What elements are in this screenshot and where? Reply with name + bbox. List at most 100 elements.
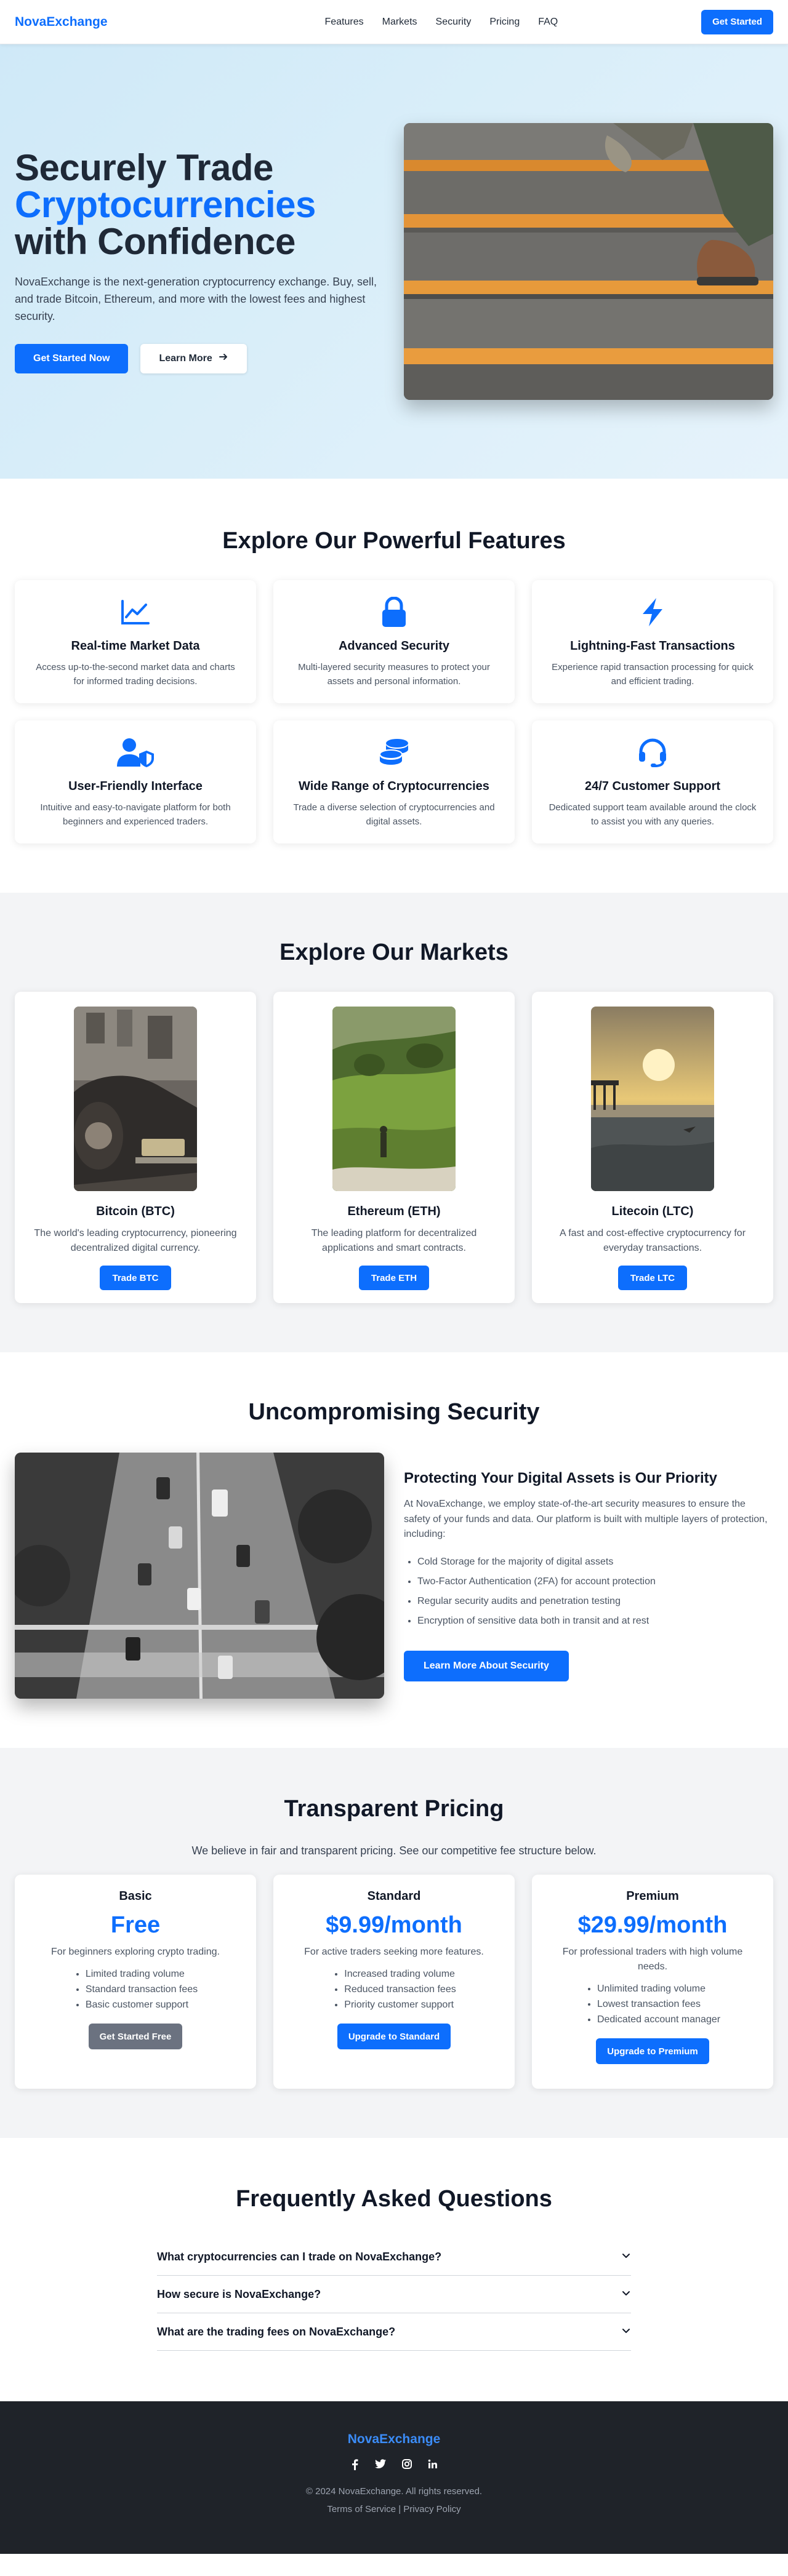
- plan-features: Unlimited trading volume Lowest transact…: [585, 1982, 720, 2027]
- nav-link-markets[interactable]: Markets: [382, 17, 417, 28]
- security-list: Cold Storage for the majority of digital…: [404, 1555, 773, 1629]
- feature-card: Advanced Security Multi-layered security…: [273, 580, 515, 703]
- features-title: Explore Our Powerful Features: [222, 528, 566, 554]
- lock-icon: [289, 595, 499, 629]
- plan-price: $29.99/month: [577, 1912, 728, 1938]
- feature-title: Advanced Security: [338, 639, 450, 653]
- plan-feature: Basic customer support: [86, 1998, 198, 2013]
- nav-link-faq[interactable]: FAQ: [538, 17, 558, 28]
- pricing-card-basic: Basic Free For beginners exploring crypt…: [15, 1875, 256, 2089]
- market-grid: Bitcoin (BTC) The world's leading crypto…: [15, 992, 773, 1303]
- user-shield-icon: [31, 735, 240, 770]
- pricing-card-standard: Standard $9.99/month For active traders …: [273, 1875, 515, 2089]
- faq-question: What cryptocurrencies can I trade on Nov…: [157, 2250, 442, 2263]
- plan-name: Standard: [367, 1889, 421, 1903]
- footer-logo[interactable]: NovaExchange: [0, 2432, 788, 2447]
- market-description: The world's leading cryptocurrency, pion…: [34, 1228, 237, 1253]
- faq-list: What cryptocurrencies can I trade on Nov…: [157, 2238, 631, 2351]
- legal-separator: |: [398, 2504, 401, 2514]
- city-street-image: [15, 1453, 384, 1699]
- vintage-car-image: [74, 1007, 197, 1191]
- plan-features: Increased trading volume Reduced transac…: [332, 1967, 456, 2012]
- plan-features: Limited trading volume Standard transact…: [73, 1967, 198, 2012]
- learn-more-security-button[interactable]: Learn More About Security: [404, 1651, 569, 1682]
- plan-feature: Limited trading volume: [86, 1967, 198, 1982]
- trade-eth-button[interactable]: Trade ETH: [358, 1266, 430, 1290]
- copyright-text: © 2024 NovaExchange. All rights reserved…: [305, 2486, 483, 2497]
- feature-title: 24/7 Customer Support: [584, 780, 721, 793]
- chevron-down-icon: [621, 2288, 631, 2301]
- security-title: Uncompromising Security: [248, 1399, 540, 1425]
- hero-text: Securely Trade Cryptocurrencies with Con…: [15, 150, 396, 373]
- plan-price: Free: [110, 1912, 161, 1938]
- market-name: Bitcoin (BTC): [96, 1205, 175, 1218]
- feature-description: Dedicated support team available around …: [549, 802, 757, 827]
- pricing-section: Transparent Pricing We believe in fair a…: [0, 1748, 788, 2138]
- market-name: Litecoin (LTC): [611, 1205, 694, 1218]
- nav-link-features[interactable]: Features: [324, 17, 363, 28]
- upgrade-premium-button[interactable]: Upgrade to Premium: [596, 2038, 709, 2065]
- faq-item[interactable]: What are the trading fees on NovaExchang…: [157, 2313, 631, 2351]
- get-started-button[interactable]: Get Started: [701, 9, 773, 34]
- feature-description: Intuitive and easy-to-navigate platform …: [40, 802, 231, 827]
- feature-title: Lightning-Fast Transactions: [570, 639, 735, 653]
- lightning-bolt-icon: [548, 595, 757, 629]
- hero-title-line1: Securely Trade: [15, 147, 273, 189]
- feature-description: Experience rapid transaction processing …: [552, 662, 754, 687]
- security-point: Encryption of sensitive data both in tra…: [417, 1614, 773, 1629]
- feature-description: Access up-to-the-second market data and …: [36, 662, 235, 687]
- market-name: Ethereum (ETH): [347, 1205, 441, 1218]
- facebook-icon[interactable]: [350, 2459, 359, 2470]
- get-started-now-button[interactable]: Get Started Now: [15, 343, 129, 373]
- security-row: Protecting Your Digital Assets is Our Pr…: [15, 1453, 773, 1699]
- get-started-free-button[interactable]: Get Started Free: [88, 2024, 183, 2050]
- feature-grid: Real-time Market Data Access up-to-the-s…: [15, 580, 773, 843]
- plan-feature: Unlimited trading volume: [597, 1982, 720, 1997]
- top-navbar: NovaExchange Features Markets Security P…: [0, 0, 788, 44]
- plan-name: Premium: [626, 1889, 679, 1903]
- coins-icon: [289, 735, 499, 770]
- plan-feature: Lowest transaction fees: [597, 1997, 720, 2012]
- plan-description: For professional traders with high volum…: [562, 1947, 743, 1972]
- pricing-intro: We believe in fair and transparent prici…: [191, 1844, 597, 1857]
- upgrade-standard-button[interactable]: Upgrade to Standard: [337, 2024, 451, 2050]
- faq-item[interactable]: What cryptocurrencies can I trade on Nov…: [157, 2238, 631, 2276]
- faq-item[interactable]: How secure is NovaExchange?: [157, 2276, 631, 2313]
- learn-more-button[interactable]: Learn More: [140, 343, 247, 373]
- nav-link-security[interactable]: Security: [436, 17, 472, 28]
- trade-ltc-button[interactable]: Trade LTC: [617, 1266, 688, 1290]
- pricing-title: Transparent Pricing: [284, 1796, 504, 1822]
- feature-title: User-Friendly Interface: [68, 780, 203, 793]
- nav-link-pricing[interactable]: Pricing: [489, 17, 520, 28]
- market-card-ltc: Litecoin (LTC) A fast and cost-effective…: [532, 992, 773, 1303]
- twitter-icon[interactable]: [375, 2459, 386, 2470]
- faq-question: How secure is NovaExchange?: [157, 2287, 321, 2300]
- linkedin-icon[interactable]: [428, 2459, 438, 2470]
- instagram-icon[interactable]: [402, 2459, 412, 2470]
- security-point: Cold Storage for the majority of digital…: [417, 1555, 773, 1569]
- security-point: Regular security audits and penetration …: [417, 1594, 773, 1609]
- trade-btc-button[interactable]: Trade BTC: [100, 1266, 171, 1290]
- faq-section: Frequently Asked Questions What cryptocu…: [0, 2138, 788, 2401]
- hero-title-line3: with Confidence: [15, 221, 296, 263]
- pier-sunset-image: [591, 1007, 714, 1191]
- hero-title: Securely Trade Cryptocurrencies with Con…: [15, 150, 396, 260]
- hero-description: NovaExchange is the next-generation cryp…: [15, 276, 377, 322]
- security-section: Uncompromising Security Protecting Your …: [0, 1352, 788, 1748]
- site-logo[interactable]: NovaExchange: [15, 15, 108, 30]
- privacy-link[interactable]: Privacy Policy: [403, 2504, 460, 2514]
- terms-link[interactable]: Terms of Service: [327, 2504, 396, 2514]
- market-description: A fast and cost-effective cryptocurrency…: [559, 1228, 746, 1253]
- security-text: Protecting Your Digital Assets is Our Pr…: [404, 1469, 773, 1682]
- market-description: The leading platform for decentralized a…: [311, 1228, 477, 1253]
- security-heading: Protecting Your Digital Assets is Our Pr…: [404, 1469, 718, 1486]
- plan-feature: Priority customer support: [344, 1998, 456, 2013]
- feature-title: Wide Range of Cryptocurrencies: [299, 780, 489, 793]
- plan-feature: Increased trading volume: [344, 1967, 456, 1982]
- markets-title: Explore Our Markets: [279, 939, 509, 965]
- faq-title: Frequently Asked Questions: [236, 2186, 552, 2212]
- market-card-eth: Ethereum (ETH) The leading platform for …: [273, 992, 515, 1303]
- hero-section: Securely Trade Cryptocurrencies with Con…: [0, 44, 788, 479]
- chevron-down-icon: [621, 2251, 631, 2263]
- plan-description: For beginners exploring crypto trading.: [51, 1947, 220, 1957]
